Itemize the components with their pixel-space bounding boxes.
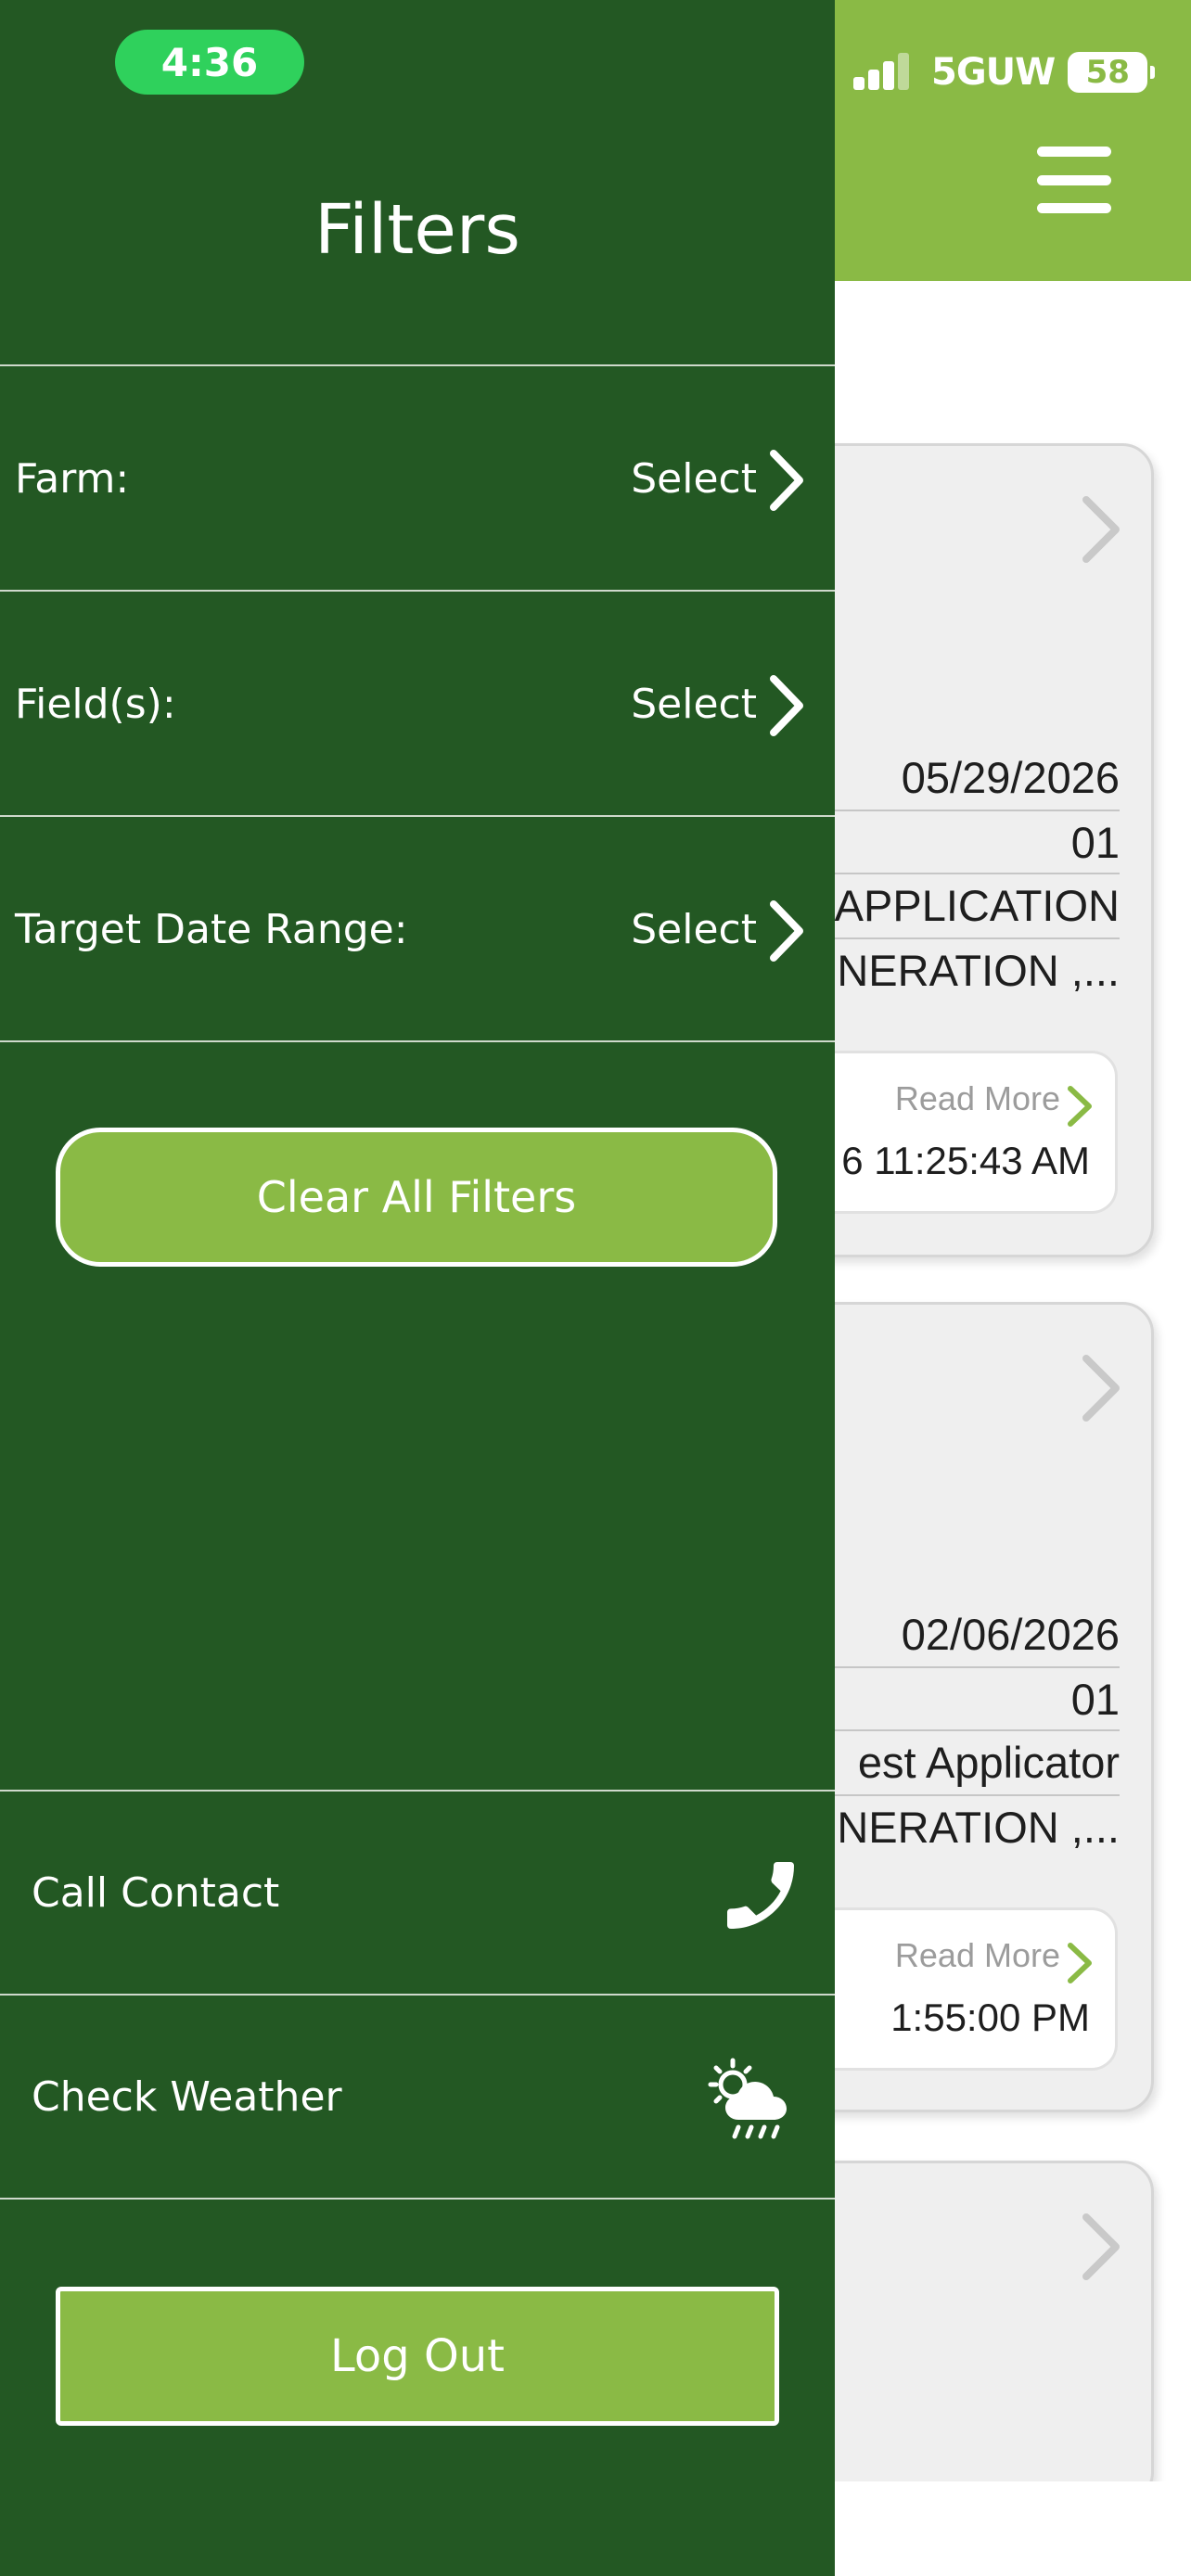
filter-row-fields[interactable]: Field(s): Select (0, 592, 835, 814)
filter-value[interactable]: Select (631, 455, 757, 503)
chevron-right-icon[interactable] (766, 448, 807, 513)
call-contact-label: Call Contact (32, 1869, 280, 1917)
phone-icon[interactable] (716, 1851, 805, 1940)
filter-label: Farm: (15, 455, 130, 503)
call-contact-row[interactable]: Call Contact (0, 1792, 835, 1996)
drawer-title: Filters (314, 190, 520, 270)
chevron-right-icon[interactable] (766, 899, 807, 963)
filter-label: Field(s): (15, 681, 176, 728)
network-label: 5GUW (931, 51, 1056, 94)
status-time: 4:36 (160, 39, 259, 85)
filter-row-farm[interactable]: Farm: Select (0, 366, 835, 589)
chevron-right-icon[interactable] (766, 673, 807, 738)
signal-icon (853, 51, 911, 94)
status-time-pill: 4:36 (115, 30, 304, 95)
scroll-mask (835, 2481, 1191, 2576)
chevron-right-icon[interactable] (1079, 494, 1125, 565)
divider (0, 2198, 835, 2200)
filter-value[interactable]: Select (631, 681, 757, 728)
filter-drawer: 4:36 Filters Farm: Select Field(s): Sele… (0, 0, 835, 2576)
status-indicators: 5GUW 58 (853, 48, 1156, 96)
clear-all-filters-button[interactable]: Clear All Filters (56, 1128, 777, 1267)
filter-label: Target Date Range: (15, 906, 408, 953)
weather-icon[interactable] (701, 2057, 801, 2146)
filter-row-date-range[interactable]: Target Date Range: Select (0, 817, 835, 1039)
chevron-right-icon[interactable] (1079, 2212, 1125, 2282)
battery-icon: 58 (1068, 52, 1156, 93)
battery-level: 58 (1085, 54, 1130, 91)
chevron-right-icon[interactable] (1066, 1085, 1094, 1128)
check-weather-row[interactable]: Check Weather (0, 1996, 835, 2200)
hamburger-menu-icon[interactable] (1037, 147, 1111, 213)
check-weather-label: Check Weather (32, 2073, 342, 2121)
divider (0, 1040, 835, 1042)
chevron-right-icon[interactable] (1079, 1353, 1125, 1423)
log-out-button[interactable]: Log Out (56, 2287, 779, 2426)
chevron-right-icon[interactable] (1066, 1942, 1094, 1984)
filter-value[interactable]: Select (631, 906, 757, 953)
